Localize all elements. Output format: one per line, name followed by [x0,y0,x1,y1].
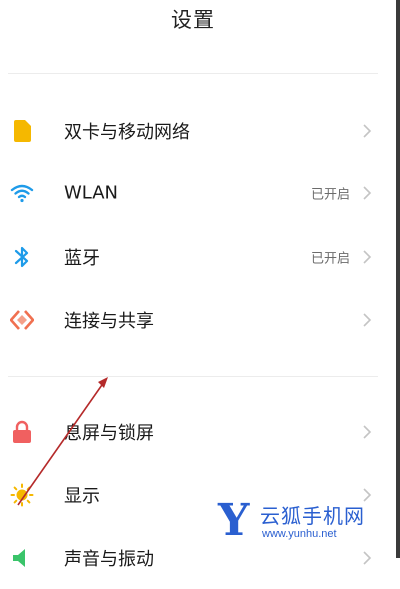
settings-item-dual-sim[interactable]: 双卡与移动网络 [0,100,392,162]
sim-card-icon [10,119,34,143]
watermark-text: 云狐手机网 [260,504,365,528]
settings-item-label: 息屏与锁屏 [64,423,154,444]
watermark-letter: Y [218,495,250,546]
settings-item-status: 已开启 [310,187,350,203]
page-title: 设置 [171,8,215,32]
bluetooth-icon [10,245,34,269]
settings-item-lock-screen[interactable]: 息屏与锁屏 [0,401,392,463]
speaker-icon [10,546,34,570]
watermark-logo: Y 云狐手机网 www.yunhu.net [218,495,386,546]
screen-edge [396,0,400,558]
settings-item-label: 连接与共享 [64,311,154,332]
settings-item-label: 显示 [64,486,100,507]
settings-item-label: 蓝牙 [64,248,100,269]
chevron-right-icon [363,425,372,439]
connection-share-icon [10,308,34,332]
chevron-right-icon [363,551,372,565]
watermark-url: www.yunhu.net [262,528,337,540]
sun-icon [10,483,34,507]
settings-item-bluetooth[interactable]: 蓝牙 已开启 [0,226,392,288]
settings-item-connection-share[interactable]: 连接与共享 [0,289,392,351]
chevron-right-icon [363,250,372,264]
settings-item-status: 已开启 [310,251,350,267]
settings-item-wlan[interactable]: WLAN 已开启 [0,162,392,224]
chevron-right-icon [363,313,372,327]
lock-icon [10,420,34,444]
top-divider [8,73,378,74]
chevron-right-icon [363,186,372,200]
settings-item-label: WLAN [64,182,119,204]
chevron-right-icon [363,124,372,138]
settings-item-label: 双卡与移动网络 [64,122,190,143]
wifi-icon [10,181,34,205]
settings-item-label: 声音与振动 [64,549,154,570]
section-divider [8,376,378,377]
